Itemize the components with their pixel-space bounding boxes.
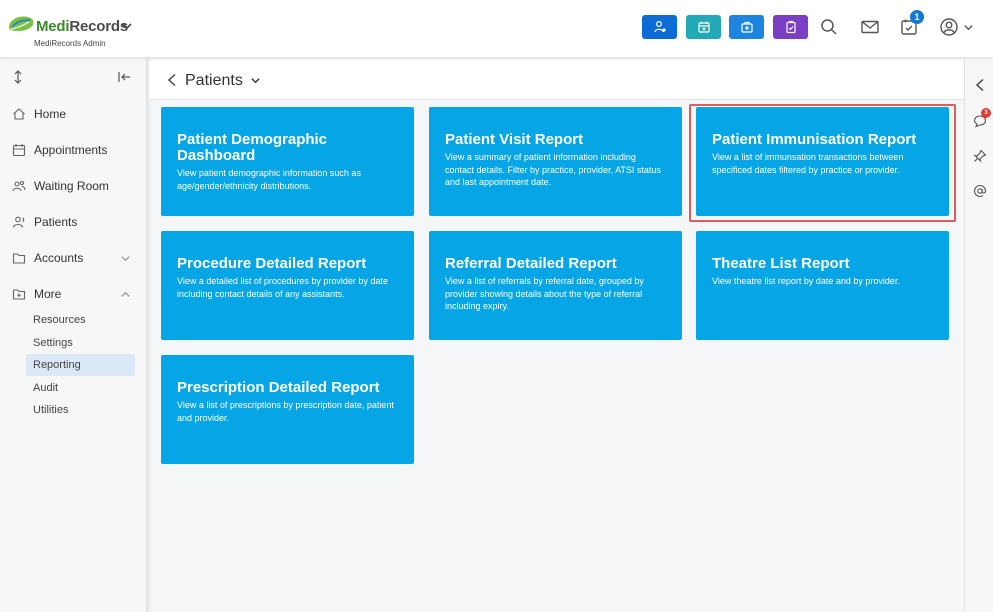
chevron-down-icon bbox=[121, 255, 130, 261]
search-button[interactable] bbox=[817, 15, 841, 39]
right-rail: 3 bbox=[964, 58, 993, 612]
clipboard-check-icon bbox=[785, 20, 796, 34]
sidebar-subitem-audit[interactable]: Audit bbox=[26, 377, 135, 399]
folder-icon bbox=[12, 253, 26, 264]
add-encounter-button[interactable] bbox=[729, 15, 764, 39]
page-title[interactable]: Patients bbox=[185, 72, 243, 90]
brand-logo[interactable] bbox=[6, 14, 36, 34]
sidebar-subitem-utilities[interactable]: Utilities bbox=[26, 399, 135, 421]
add-patient-button[interactable] bbox=[642, 15, 677, 39]
sidebar-item-label: More bbox=[34, 287, 62, 301]
sidebar-subitem-settings[interactable]: Settings bbox=[26, 332, 135, 354]
chevron-left-icon[interactable] bbox=[166, 73, 178, 87]
sidebar-subitem-resources[interactable]: Resources bbox=[26, 309, 135, 331]
report-card-patient-visit[interactable]: Patient Visit Report View a summary of p… bbox=[429, 107, 682, 216]
report-card-title: Theatre List Report bbox=[712, 255, 850, 272]
report-card-description: View a list of referrals by referral dat… bbox=[445, 276, 644, 311]
person-icon bbox=[12, 216, 25, 228]
sidebar-subitem-reporting[interactable]: Reporting bbox=[26, 354, 135, 376]
medical-kit-icon bbox=[740, 21, 753, 33]
sidebar-item-more[interactable]: More bbox=[0, 279, 147, 309]
calendar-icon bbox=[12, 144, 26, 157]
report-card-prescription-detailed[interactable]: Prescription Detailed Report View a list… bbox=[161, 355, 414, 464]
sidebar: Home Appointments Waiting Room Patients … bbox=[0, 58, 147, 612]
report-card-title: Patient Demographic Dashboard bbox=[177, 131, 328, 164]
report-card-description: View a summary of patient information in… bbox=[445, 152, 661, 187]
chevron-left-icon[interactable] bbox=[973, 78, 987, 92]
sidebar-item-accounts[interactable]: Accounts bbox=[0, 243, 147, 273]
sidebar-item-waiting-room[interactable]: Waiting Room bbox=[0, 171, 147, 201]
brand-subtitle: MediRecords Admin bbox=[34, 39, 106, 48]
pin-icon[interactable] bbox=[973, 149, 987, 163]
page-title-bar: Patients bbox=[149, 60, 964, 100]
resize-vertical-icon[interactable] bbox=[11, 70, 25, 84]
sidebar-item-patients[interactable]: Patients bbox=[0, 207, 147, 237]
brand-name-part2: Records bbox=[69, 18, 128, 35]
report-card-title: Referral Detailed Report bbox=[445, 255, 617, 272]
mail-button[interactable] bbox=[858, 15, 882, 39]
app-header: MediRecords MediRecords Admin 1 bbox=[0, 0, 993, 58]
person-plus-icon bbox=[653, 20, 666, 33]
report-card-description: View patient demographic information suc… bbox=[177, 168, 361, 191]
sidebar-item-label: Patients bbox=[34, 215, 78, 229]
report-card-title: Procedure Detailed Report bbox=[177, 255, 367, 272]
sidebar-item-home[interactable]: Home bbox=[0, 99, 147, 129]
add-task-button[interactable] bbox=[773, 15, 808, 39]
sidebar-item-label: Waiting Room bbox=[34, 179, 109, 193]
chat-badge: 3 bbox=[981, 108, 991, 118]
home-icon bbox=[13, 108, 25, 120]
collapse-sidebar-icon[interactable] bbox=[117, 70, 131, 84]
report-card-patient-demographic[interactable]: Patient Demographic Dashboard View patie… bbox=[161, 107, 414, 216]
report-card-description: View theatre list report by date and by … bbox=[712, 276, 900, 286]
leaf-logo-icon bbox=[8, 16, 34, 32]
report-card-description: View a detailed list of procedures by pr… bbox=[177, 276, 388, 299]
chevron-down-icon[interactable] bbox=[250, 75, 261, 86]
brand-name-part1: Medi bbox=[36, 18, 70, 35]
report-card-title: Patient Visit Report bbox=[445, 131, 584, 148]
sidebar-item-label: Home bbox=[34, 107, 67, 121]
chevron-up-icon bbox=[121, 291, 130, 297]
report-card-theatre-list[interactable]: Theatre List Report View theatre list re… bbox=[696, 231, 949, 340]
sidebar-item-label: Appointments bbox=[34, 143, 108, 157]
report-card-description: View a list of prescriptions by prescrip… bbox=[177, 400, 394, 423]
report-card-title: Prescription Detailed Report bbox=[177, 379, 380, 396]
notification-badge: 1 bbox=[910, 10, 924, 24]
add-appointment-button[interactable] bbox=[686, 15, 721, 39]
search-icon bbox=[821, 19, 837, 35]
brand-name[interactable]: MediRecords bbox=[36, 18, 128, 35]
report-card-referral-detailed[interactable]: Referral Detailed Report View a list of … bbox=[429, 231, 682, 340]
people-icon bbox=[12, 180, 26, 192]
chevron-down-icon[interactable] bbox=[963, 22, 974, 33]
user-avatar-icon bbox=[940, 18, 958, 36]
user-menu-button[interactable] bbox=[937, 15, 961, 39]
at-sign-icon[interactable] bbox=[973, 184, 987, 198]
selection-highlight bbox=[689, 104, 956, 222]
sidebar-item-label: Accounts bbox=[34, 251, 84, 265]
report-card-procedure-detailed[interactable]: Procedure Detailed Report View a detaile… bbox=[161, 231, 414, 340]
chevron-down-icon[interactable] bbox=[121, 20, 133, 32]
folder-plus-icon bbox=[12, 289, 26, 300]
calendar-plus-icon bbox=[697, 21, 710, 33]
mail-icon bbox=[861, 20, 879, 34]
sidebar-item-appointments[interactable]: Appointments bbox=[0, 135, 147, 165]
